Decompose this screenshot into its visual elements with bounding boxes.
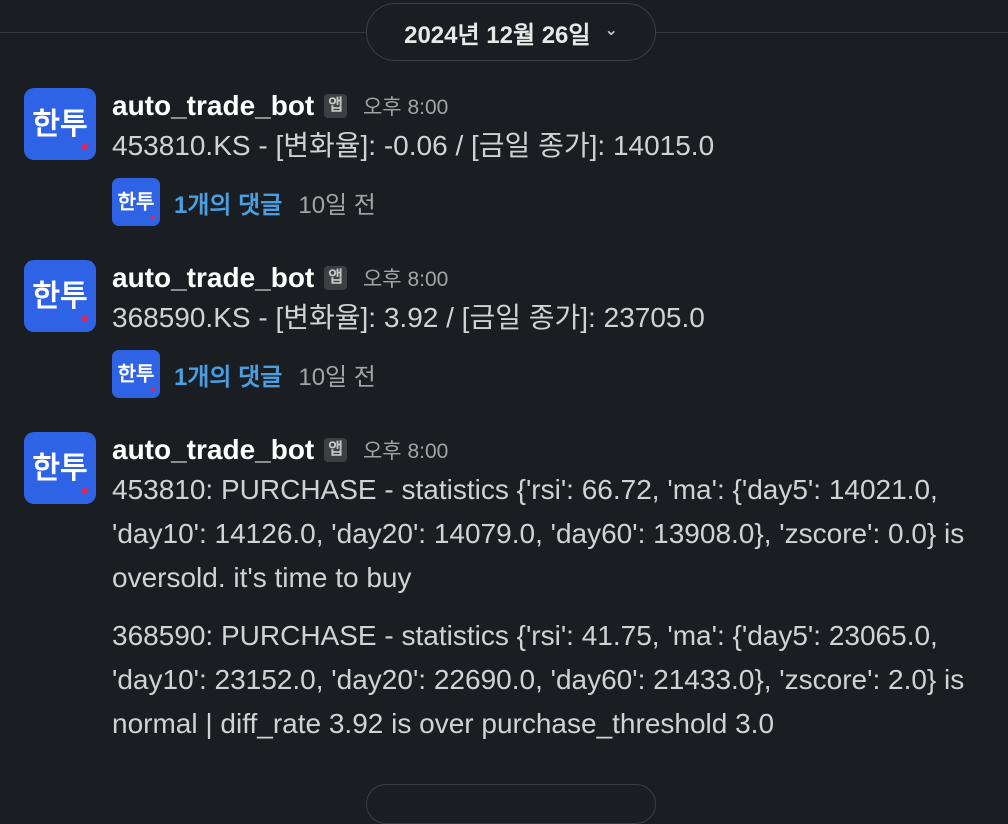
svg-text:한투: 한투 [32, 107, 87, 142]
last-reply-time: 10일 전 [298, 191, 376, 219]
bot-avatar[interactable]: 한투 [24, 432, 96, 504]
reply-avatar: 한투 [112, 350, 160, 398]
reply-avatar: 한투 [112, 178, 160, 226]
svg-text:한투: 한투 [118, 362, 155, 386]
message-time[interactable]: 오후 8:00 [363, 435, 448, 465]
sender-name[interactable]: auto_trade_bot [112, 434, 314, 466]
app-badge: 앱 [324, 438, 347, 462]
date-divider-button[interactable]: 2024년 12월 26일 ⌄ [366, 3, 656, 61]
app-badge: 앱 [324, 94, 347, 118]
message-paragraph: 368590: PURCHASE - statistics {'rsi': 41… [112, 620, 973, 739]
sender-name[interactable]: auto_trade_bot [112, 262, 314, 294]
svg-text:한투: 한투 [32, 451, 87, 486]
bot-avatar[interactable]: 한투 [24, 260, 96, 332]
reply-count-link[interactable]: 1개의 댓글 [174, 185, 282, 220]
svg-text:한투: 한투 [32, 279, 87, 314]
chevron-down-icon: ⌄ [604, 22, 618, 39]
svg-text:한투: 한투 [118, 190, 155, 214]
last-reply-time: 10일 전 [298, 363, 376, 391]
thread-summary[interactable]: 한투 1개의 댓글 10일 전 [112, 178, 992, 226]
sender-name[interactable]: auto_trade_bot [112, 90, 314, 122]
message-time[interactable]: 오후 8:00 [363, 263, 448, 293]
message-time[interactable]: 오후 8:00 [363, 91, 448, 121]
bot-avatar[interactable]: 한투 [24, 88, 96, 160]
message-text: 368590.KS - [변화율]: 3.92 / [금일 종가]: 23705… [112, 302, 705, 333]
thread-summary[interactable]: 한투 1개의 댓글 10일 전 [112, 350, 992, 398]
next-date-divider[interactable] [366, 784, 656, 824]
app-badge: 앱 [324, 266, 347, 290]
reply-count-link[interactable]: 1개의 댓글 [174, 357, 282, 392]
message-text: 453810.KS - [변화율]: -0.06 / [금일 종가]: 1401… [112, 130, 715, 161]
message-paragraph: 453810: PURCHASE - statistics {'rsi': 66… [112, 474, 973, 593]
date-label: 2024년 12월 26일 [404, 21, 591, 49]
